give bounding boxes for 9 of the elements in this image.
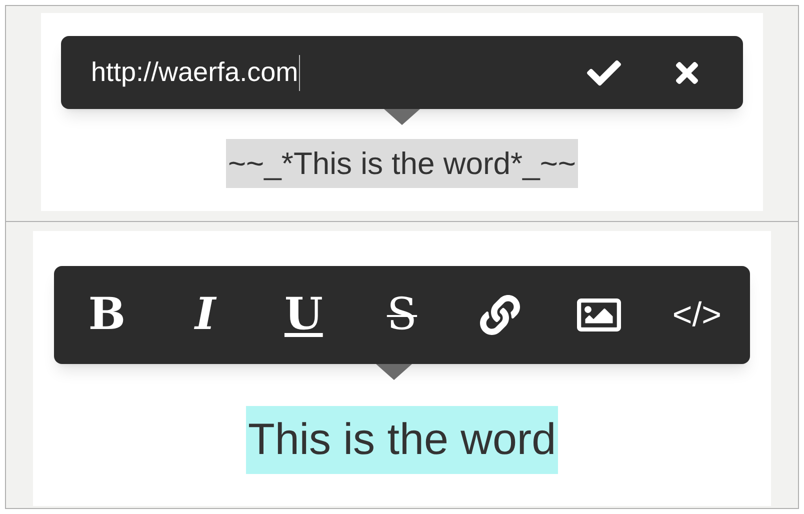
italic-button[interactable]: I xyxy=(177,283,234,347)
strikethrough-button[interactable]: S xyxy=(374,283,430,347)
bold-button[interactable]: B xyxy=(79,283,135,347)
underline-button[interactable]: U xyxy=(276,283,332,347)
selected-text: This is the word xyxy=(246,406,558,474)
popover-pointer xyxy=(376,364,412,380)
chain-link-icon xyxy=(480,295,520,335)
code-button[interactable]: </> xyxy=(668,283,725,347)
selected-markdown-text: ~~_*This is the word*_~~ xyxy=(226,139,578,188)
